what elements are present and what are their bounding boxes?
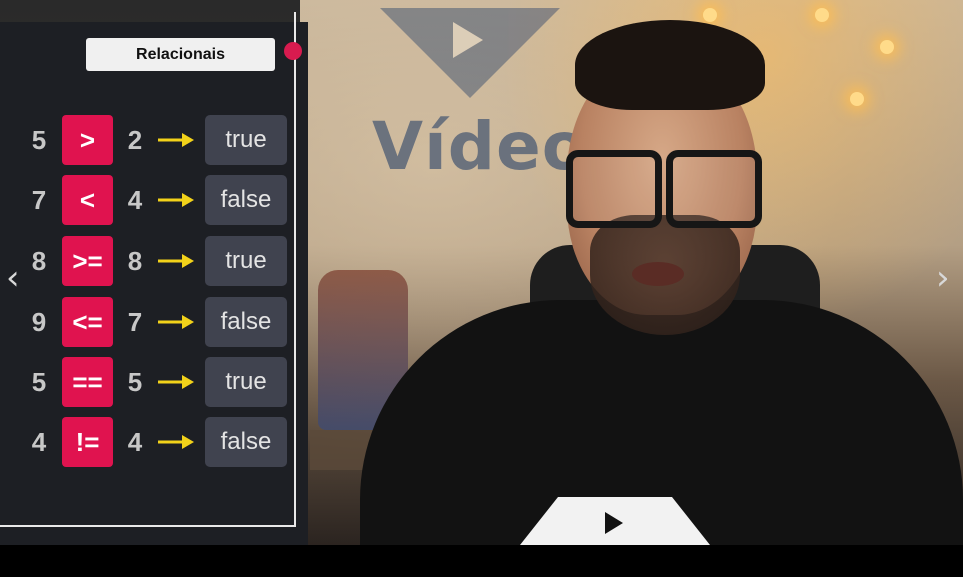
left-operand: 8	[31, 246, 47, 276]
shirt-logo-play-icon	[605, 512, 623, 534]
left-operand: 5	[31, 125, 47, 155]
operator-row: 7 <4 false	[0, 175, 308, 225]
background-logo-text: Vídeo	[372, 108, 589, 185]
right-operand: 2	[127, 125, 143, 155]
right-operand: 5	[127, 367, 143, 397]
left-operand: 4	[31, 427, 47, 457]
result-value: true	[205, 236, 287, 286]
arrow-right-icon	[158, 193, 194, 207]
background-logo	[370, 8, 570, 108]
result-value: false	[205, 297, 287, 347]
lamp-light	[703, 8, 717, 22]
person-glasses	[566, 150, 762, 228]
lamp-light	[850, 92, 864, 106]
operator-badge: <=	[62, 297, 113, 347]
operator-badge: !=	[62, 417, 113, 467]
result-value: false	[205, 417, 287, 467]
operator-row: 4 != 4 false	[0, 417, 308, 467]
arrow-right-icon	[158, 435, 194, 449]
operator-badge: ==	[62, 357, 113, 407]
left-operand: 7	[31, 185, 47, 215]
right-operand: 4	[127, 185, 143, 215]
chevron-left-icon[interactable]: ‹	[6, 261, 20, 295]
left-operand: 5	[31, 367, 47, 397]
operator-badge: >	[62, 115, 113, 165]
arrow-right-icon	[158, 315, 194, 329]
chevron-right-icon[interactable]: ›	[936, 261, 950, 295]
result-value: true	[205, 115, 287, 165]
left-operand: 9	[31, 307, 47, 337]
operator-row: 5 >2 true	[0, 115, 308, 165]
lamp-light	[815, 8, 829, 22]
right-operand: 4	[127, 427, 143, 457]
arrow-right-icon	[158, 133, 194, 147]
arrow-right-icon	[158, 254, 194, 268]
result-value: false	[205, 175, 287, 225]
right-operand: 8	[127, 246, 143, 276]
operator-row: 5 == 5 true	[0, 357, 308, 407]
person-mouth	[632, 262, 684, 286]
operator-badge: <	[62, 175, 113, 225]
lamp-light	[880, 40, 894, 54]
result-value: true	[205, 357, 287, 407]
accent-dot	[284, 42, 302, 60]
operator-badge: >=	[62, 236, 113, 286]
operator-row: 8 >= 8 true	[0, 236, 308, 286]
operator-row: 9 <= 7 false	[0, 297, 308, 347]
panel-title: Relacionais	[86, 38, 275, 71]
arrow-right-icon	[158, 375, 194, 389]
person-hair	[575, 20, 765, 110]
right-operand: 7	[127, 307, 143, 337]
